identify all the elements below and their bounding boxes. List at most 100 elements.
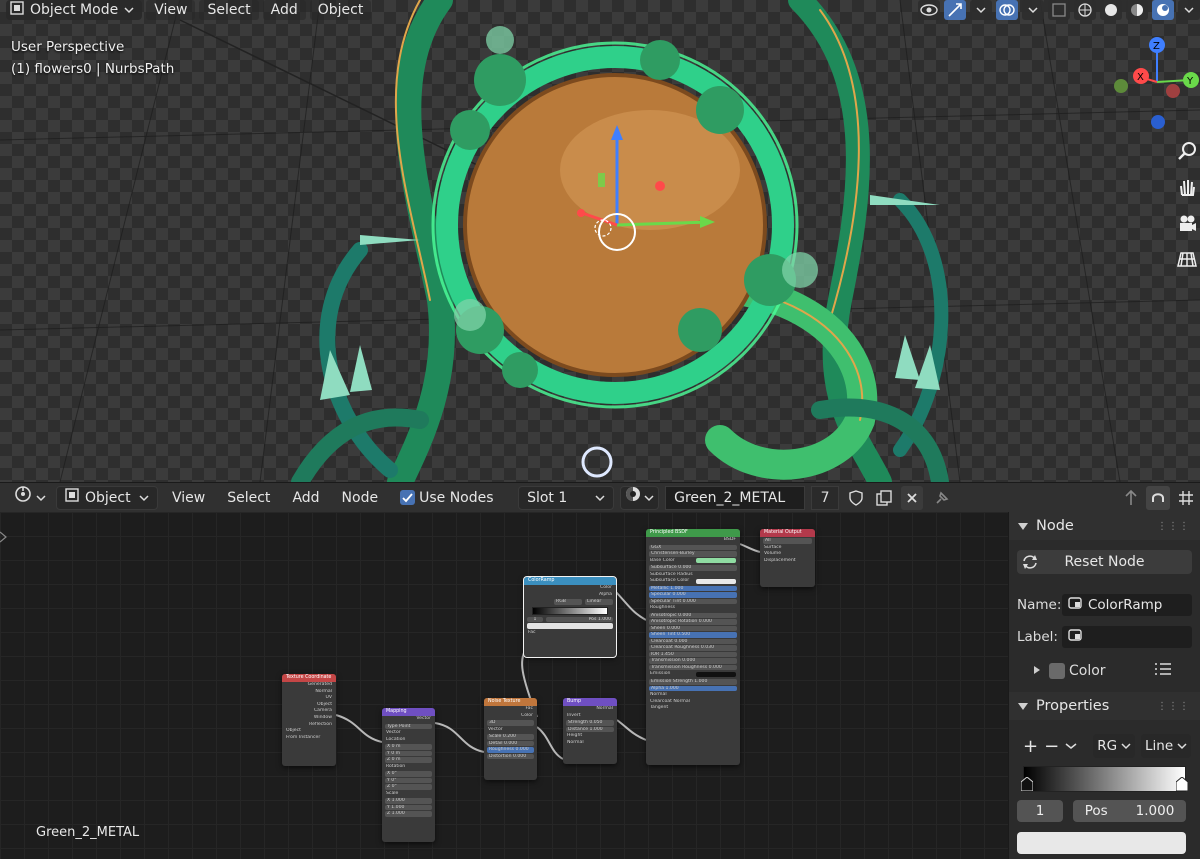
node-value-field[interactable]: Specular 0.000 (649, 592, 737, 598)
menu-view[interactable]: View (146, 0, 196, 20)
node-color-subpanel[interactable]: Color (1033, 660, 1192, 682)
node-panel-header[interactable]: Node ⋮⋮⋮ (1009, 512, 1200, 540)
color-ramp-gradient[interactable] (1020, 766, 1189, 795)
node-value-field[interactable]: Y 1.000 (385, 804, 432, 811)
node-ramp-mode[interactable]: RGB (554, 599, 582, 605)
node-type-field[interactable]: Type Point (385, 723, 432, 730)
material-users-count[interactable]: 7 (811, 485, 840, 510)
use-nodes-toggle[interactable]: Use Nodes (392, 486, 512, 510)
node-noise-texture[interactable]: Noise Texture Fac Color 3D Vector Scale … (484, 698, 537, 780)
stop-color-field[interactable] (1017, 832, 1186, 854)
node-value-field[interactable]: X 0 m (385, 744, 432, 750)
add-stop-icon[interactable]: + (1023, 736, 1038, 757)
node-bump[interactable]: Bump Normal Invert Strength 0.050 Distan… (563, 698, 617, 764)
zoom-icon[interactable] (1176, 140, 1198, 162)
node-dimension-field[interactable]: 3D (487, 720, 534, 726)
editor-type-dropdown[interactable] (10, 485, 50, 510)
node-value-field[interactable]: Scale 0.200 (487, 734, 534, 740)
duplicate-material-icon[interactable] (873, 486, 895, 510)
interpolation-dropdown[interactable]: Line (1141, 734, 1192, 758)
node-sss-method-field[interactable]: Christensen-Burley (649, 551, 737, 557)
node-value-field[interactable]: Z 0° (385, 784, 432, 790)
overlays-dropdown-chevron-icon[interactable] (1022, 0, 1044, 20)
node-principled-bsdf[interactable]: Principled BSDF BSDF GGX Christensen-Bur… (646, 529, 740, 765)
properties-panel-header[interactable]: Properties ⋮⋮⋮ (1009, 692, 1200, 720)
gizmo-dropdown-chevron-icon[interactable] (970, 0, 992, 20)
snap-magnet-icon[interactable] (1146, 486, 1170, 510)
node-value-field[interactable]: Sheen Tint 0.500 (649, 632, 737, 638)
node-value-field[interactable]: Subsurface 0.000 (649, 565, 737, 571)
node-value-field[interactable]: Z 0 m (385, 757, 432, 763)
node-ramp-pos[interactable]: Pos 1.000 (546, 616, 613, 623)
node-value-field[interactable]: Detail 0.000 (487, 740, 534, 747)
object-mode-dropdown[interactable]: Object Mode (6, 0, 143, 20)
drag-grip-icon[interactable]: ⋮⋮⋮ (1157, 701, 1190, 712)
ramp-specials-chevron-icon[interactable] (1065, 738, 1077, 754)
node-canvas[interactable]: Texture Coordinate Generated Normal UV O… (0, 512, 1008, 859)
node-value-field[interactable]: Clearcoat 0.000 (649, 638, 737, 645)
menu-select[interactable]: Select (199, 0, 259, 20)
node-value-field[interactable]: X 0° (385, 771, 432, 777)
node-material-output[interactable]: Material Output All Surface Volume Displ… (760, 529, 815, 587)
node-menu-node[interactable]: Node (334, 486, 387, 510)
node-object-field[interactable]: Object (282, 728, 336, 735)
node-value-field[interactable]: Alpha 1.000 (649, 685, 737, 692)
node-colorramp[interactable]: ColorRamp Color Alpha RGB Linear 1 Pos 1… (523, 576, 617, 658)
node-value-field[interactable]: Distance 1.000 (566, 726, 614, 733)
ramp-stop-left-icon[interactable] (1020, 776, 1034, 795)
parent-node-tree-icon[interactable] (1120, 486, 1142, 510)
pan-hand-icon[interactable] (1176, 176, 1198, 198)
stop-position-field[interactable]: Pos 1.000 (1073, 800, 1186, 822)
overlays-toggle-icon[interactable] (996, 0, 1018, 20)
node-invert-checkbox[interactable]: Invert (563, 713, 617, 720)
node-value-field[interactable]: Distortion 0.000 (487, 753, 534, 760)
node-value-field[interactable]: Anisotropic 0.000 (649, 612, 737, 619)
pin-icon[interactable] (929, 486, 955, 510)
node-distribution-field[interactable]: GGX (649, 544, 737, 551)
node-value-field[interactable]: Metallic 1.000 (649, 585, 737, 592)
node-value-field[interactable]: Clearcoat Roughness 0.030 (649, 645, 737, 651)
node-menu-add[interactable]: Add (284, 486, 327, 510)
node-menu-view[interactable]: View (164, 486, 213, 510)
node-target-field[interactable]: All (763, 538, 812, 544)
node-value-field[interactable]: Y 0° (385, 777, 432, 784)
color-mode-dropdown[interactable]: RG (1093, 734, 1136, 758)
node-value-field[interactable]: Transmission Roughness 0.000 (649, 664, 737, 671)
node-ramp-color[interactable] (527, 623, 613, 629)
shader-type-dropdown[interactable]: Object (56, 485, 158, 510)
node-mapping[interactable]: Mapping Vector Type Point Vector Locatio… (382, 708, 435, 842)
shading-dropdown-chevron-icon[interactable] (1178, 0, 1200, 20)
remove-stop-icon[interactable]: − (1044, 736, 1059, 757)
material-name-field[interactable]: Green_2_METAL (665, 485, 806, 510)
node-value-field[interactable]: Emission Strength 1.000 (649, 679, 737, 685)
node-value-field[interactable]: Transmission 0.000 (649, 658, 737, 664)
node-texture-coordinate[interactable]: Texture Coordinate Generated Normal UV O… (282, 674, 336, 766)
shading-solid-icon[interactable] (1100, 0, 1122, 20)
camera-view-icon[interactable] (1176, 212, 1198, 234)
unlink-material-x-icon[interactable] (901, 485, 924, 510)
node-value-field[interactable]: Sheen 0.000 (649, 625, 737, 632)
node-from-instancer[interactable]: From Instancer (282, 735, 336, 742)
menu-add[interactable]: Add (262, 0, 306, 20)
shading-wireframe-icon[interactable] (1074, 0, 1096, 20)
node-value-field[interactable]: Y 0 m (385, 750, 432, 757)
node-value-field[interactable]: X 1.000 (385, 798, 432, 804)
gizmo-toggle-icon[interactable] (944, 0, 966, 20)
node-ramp-gradient[interactable] (532, 606, 608, 615)
active-stop-index[interactable]: 1 (1017, 800, 1063, 822)
reset-node-button[interactable]: Reset Node (1017, 550, 1192, 574)
xray-toggle-icon[interactable] (1048, 0, 1070, 20)
node-value-field[interactable]: Z 1.000 (385, 811, 432, 817)
ramp-stop-right-icon[interactable] (1175, 776, 1189, 795)
slot-dropdown[interactable]: Slot 1 (518, 485, 615, 510)
menu-object[interactable]: Object (309, 0, 372, 20)
orthographic-grid-icon[interactable] (1176, 248, 1198, 270)
visibility-eye-icon[interactable] (918, 0, 940, 20)
node-menu-select[interactable]: Select (219, 486, 278, 510)
node-name-field[interactable]: ColorRamp (1062, 594, 1192, 616)
shading-material-icon[interactable] (1126, 0, 1148, 20)
3d-viewport[interactable]: Z X Y Object Mode View Select Add Object… (0, 0, 1200, 482)
node-ramp-interp[interactable]: Linear (585, 599, 613, 605)
node-value-field[interactable]: Roughness 0.000 (487, 747, 534, 753)
node-ramp-index[interactable]: 1 (527, 616, 543, 623)
